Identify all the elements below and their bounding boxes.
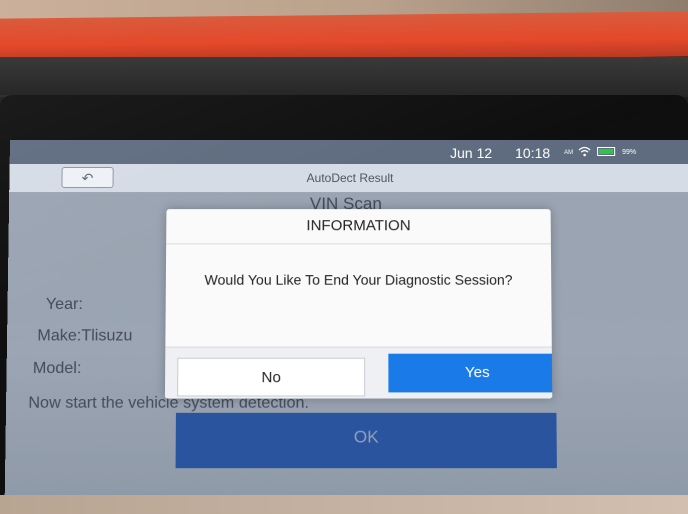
page-title: AutoDect Result <box>306 170 394 186</box>
title-bar: ↶ AutoDect Result <box>9 163 688 193</box>
battery-icon <box>597 146 616 156</box>
status-bar: Jun 12 10:18 AM 99% <box>9 140 688 164</box>
dialog-title: INFORMATION <box>166 209 551 245</box>
no-button[interactable]: No <box>177 357 366 397</box>
status-time: 10:18 <box>515 144 551 161</box>
battery-percent: 99% <box>622 148 637 156</box>
wifi-icon <box>578 146 591 160</box>
background-bottom <box>0 495 688 514</box>
dialog-footer: No Yes <box>164 346 553 399</box>
device-case-edge <box>0 57 688 97</box>
device-case-red <box>0 11 688 64</box>
information-dialog: INFORMATION Would You Like To End Your D… <box>164 209 553 399</box>
status-ampm: AM <box>564 149 574 156</box>
device-screen: Jun 12 10:18 AM 99% ↶ AutoDect Result VI… <box>4 140 688 495</box>
yes-button[interactable]: Yes <box>388 353 553 393</box>
dialog-message: Would You Like To End Your Diagnostic Se… <box>204 271 513 288</box>
status-date: Jun 12 <box>450 144 493 161</box>
battery-fill <box>599 148 614 154</box>
